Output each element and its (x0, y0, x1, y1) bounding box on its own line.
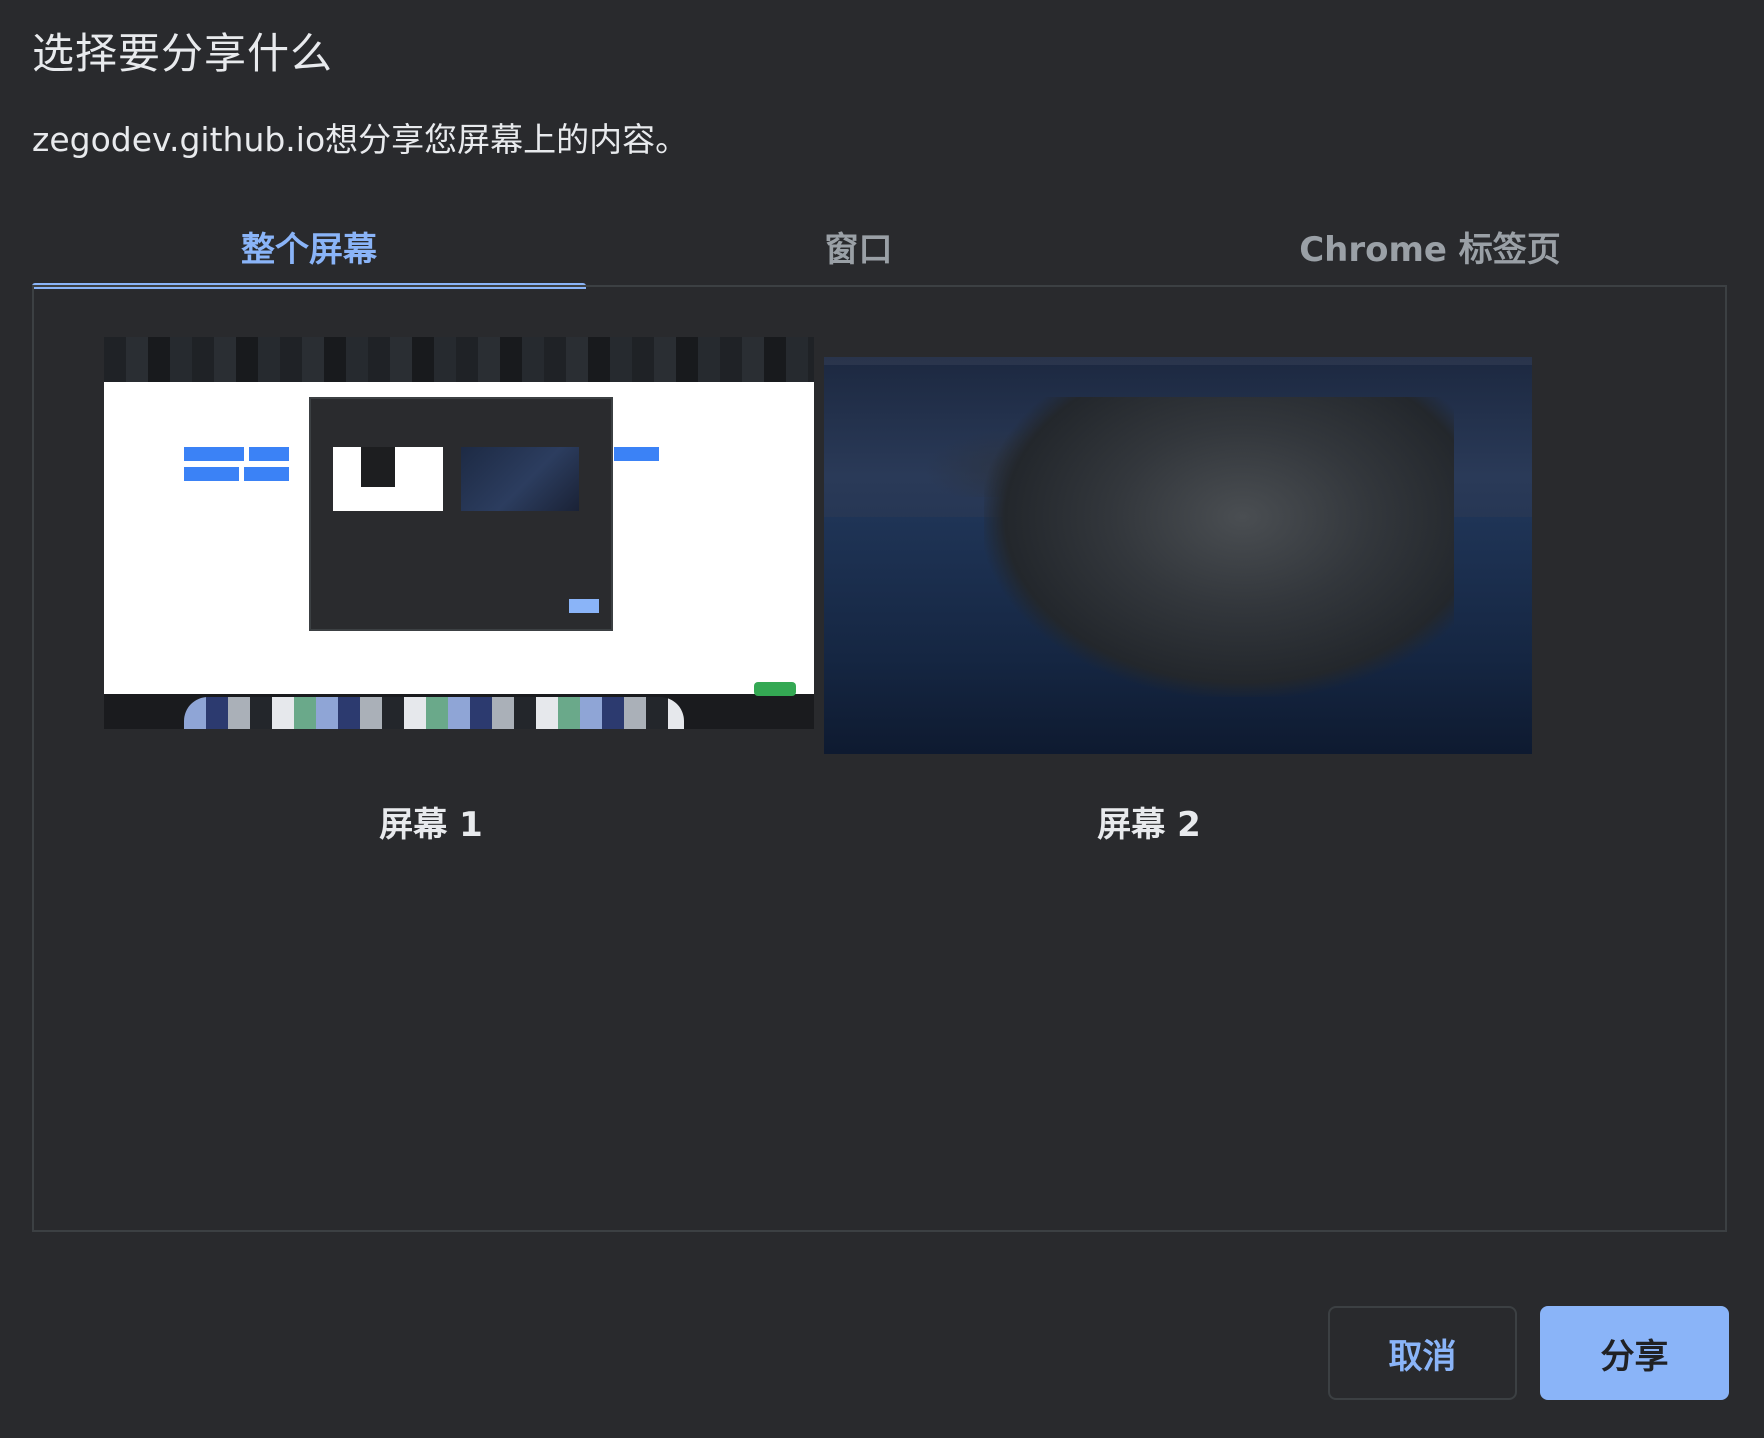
screen-2-thumbnail (824, 357, 1532, 754)
source-screen-1[interactable]: 屏幕 1 (66, 287, 814, 867)
thumbnail-mini-button (569, 599, 599, 613)
cancel-button[interactable]: 取消 (1328, 1306, 1517, 1400)
share-picker-dialog: 选择要分享什么 zegodev.github.io想分享您屏幕上的内容。 整个屏… (0, 0, 1764, 1438)
source-screen-2[interactable]: 屏幕 2 (794, 287, 1532, 867)
thumbnail-inner-dialog (309, 397, 613, 631)
thumbnail-button (184, 467, 239, 481)
screen-1-thumbnail (104, 337, 814, 729)
thumbnail-button (614, 447, 659, 461)
thumbnail-menubar (104, 337, 814, 382)
thumbnail-button (184, 447, 244, 461)
thumbnail-mini-block (361, 447, 395, 487)
thumbnail-menubar (824, 357, 1532, 365)
tab-window[interactable]: 窗口 (586, 205, 1131, 287)
tab-entire-screen[interactable]: 整个屏幕 (32, 205, 586, 287)
thumbnail-mini-island (461, 447, 579, 511)
screen-2-label: 屏幕 2 (1097, 805, 1201, 845)
thumbnail-button (249, 447, 289, 461)
share-button[interactable]: 分享 (1540, 1306, 1729, 1400)
screen-1-label: 屏幕 1 (379, 805, 483, 845)
dialog-title: 选择要分享什么 (32, 29, 334, 78)
dialog-subtitle: zegodev.github.io想分享您屏幕上的内容。 (32, 120, 689, 159)
source-list-panel: 屏幕 1 屏幕 2 (32, 285, 1727, 1232)
thumbnail-button (244, 467, 289, 481)
thumbnail-island (984, 397, 1454, 697)
source-tabs: 整个屏幕 窗口 Chrome 标签页 (32, 205, 1729, 289)
tab-chrome-tab[interactable]: Chrome 标签页 (1131, 205, 1729, 287)
thumbnail-dock-icons (184, 697, 684, 729)
thumbnail-status-pill (754, 682, 796, 696)
